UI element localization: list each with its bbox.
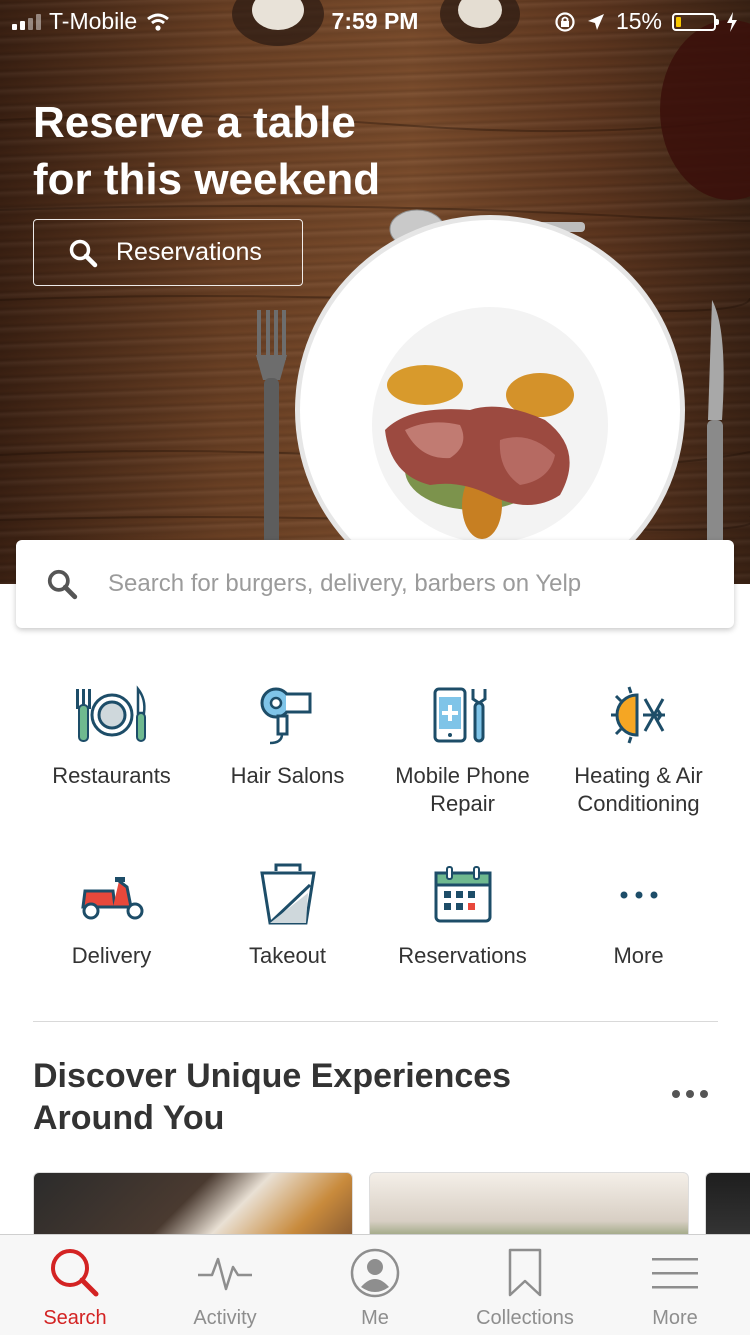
battery-icon	[672, 12, 719, 31]
category-label: Mobile Phone Repair	[375, 762, 550, 818]
category-label: Takeout	[248, 943, 327, 968]
hero-food-image	[0, 0, 750, 584]
category-hair-salons[interactable]: Hair Salons	[200, 680, 375, 790]
tab-label: More	[652, 1307, 698, 1329]
hero-title-line2: for this weekend	[33, 155, 381, 204]
battery-percent: 15%	[615, 8, 662, 34]
category-reservations[interactable]: Reservations	[375, 860, 550, 970]
restaurant-icon	[24, 680, 199, 750]
tab-me[interactable]: Me	[300, 1235, 450, 1335]
phone-repair-icon	[375, 680, 550, 750]
category-label-line2: Repair	[430, 791, 495, 816]
category-delivery[interactable]: Delivery	[24, 860, 199, 970]
hair-dryer-icon	[200, 680, 375, 750]
tab-search[interactable]: Search	[0, 1235, 150, 1335]
category-label-line1: Heating & Air	[574, 763, 703, 788]
category-label: Delivery	[71, 943, 152, 968]
category-more[interactable]: More	[551, 860, 726, 970]
category-label: Heating & Air Conditioning	[551, 762, 726, 818]
category-restaurants[interactable]: Restaurants	[24, 680, 199, 790]
status-bar: T-Mobile 7:59 PM 15%	[0, 0, 750, 40]
activity-icon	[196, 1241, 254, 1305]
category-label: Hair Salons	[230, 763, 345, 788]
rotation-lock-icon	[555, 11, 575, 32]
tab-label: Collections	[476, 1307, 574, 1329]
tab-bar: Search Activity Me Collections More	[0, 1234, 750, 1335]
hero-banner: T-Mobile 7:59 PM 15% Reserve a table for…	[0, 0, 750, 584]
search-icon	[48, 1241, 102, 1305]
tab-label: Me	[361, 1307, 389, 1329]
tab-label: Search	[43, 1307, 107, 1329]
scooter-icon	[24, 860, 199, 930]
category-takeout[interactable]: Takeout	[200, 860, 375, 970]
profile-icon	[349, 1241, 401, 1305]
discover-section-title: Discover Unique Experiences Around You	[33, 1055, 593, 1139]
bookmark-icon	[505, 1241, 545, 1305]
category-label-line1: Mobile Phone	[395, 763, 530, 788]
hero-title: Reserve a table for this weekend	[33, 94, 380, 208]
tab-label: Activity	[193, 1307, 257, 1329]
reservations-button[interactable]: Reservations	[33, 219, 303, 286]
menu-icon	[650, 1241, 700, 1305]
category-label: Restaurants	[52, 763, 171, 788]
calendar-icon	[375, 860, 550, 930]
tab-collections[interactable]: Collections	[450, 1235, 600, 1335]
dot	[700, 1090, 708, 1098]
search-bar[interactable]	[16, 540, 734, 628]
search-icon	[68, 238, 98, 268]
charging-bolt-icon	[727, 11, 737, 32]
more-dots-icon	[551, 860, 726, 930]
takeout-box-icon	[200, 860, 375, 930]
search-input[interactable]	[106, 569, 710, 599]
discover-more-button[interactable]	[672, 1090, 708, 1098]
location-arrow-icon	[587, 13, 604, 30]
reservations-button-label: Reservations	[116, 238, 262, 266]
discover-title-line1: Discover Unique Experiences	[33, 1057, 512, 1095]
category-heating-air[interactable]: Heating & Air Conditioning	[551, 680, 726, 818]
tab-more[interactable]: More	[600, 1235, 750, 1335]
section-divider	[33, 1021, 718, 1022]
dot	[686, 1090, 694, 1098]
category-mobile-phone-repair[interactable]: Mobile Phone Repair	[375, 680, 550, 818]
category-label: Reservations	[398, 943, 527, 968]
category-label-line2: Conditioning	[577, 791, 700, 816]
hero-title-line1: Reserve a table	[33, 98, 356, 147]
discover-title-line2: Around You	[33, 1099, 225, 1137]
heating-air-icon	[551, 680, 726, 750]
category-label: More	[613, 943, 664, 968]
tab-activity[interactable]: Activity	[150, 1235, 300, 1335]
status-right: 15%	[554, 8, 738, 35]
search-icon	[46, 568, 78, 600]
dot	[672, 1090, 680, 1098]
